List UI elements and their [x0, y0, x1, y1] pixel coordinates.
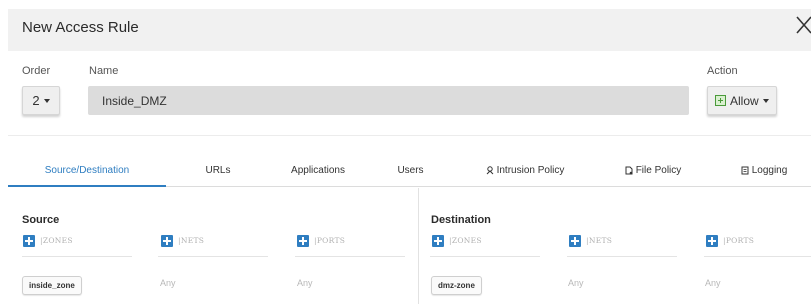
add-destination-zones-button[interactable]	[432, 235, 444, 247]
add-destination-nets-button[interactable]	[569, 235, 581, 247]
chevron-down-icon	[43, 98, 50, 103]
source-nets-header: |NETS	[178, 236, 205, 245]
add-source-ports-button[interactable]	[297, 235, 309, 247]
action-value: Allow	[730, 93, 759, 108]
order-value: 2	[32, 93, 40, 108]
close-icon[interactable]	[795, 14, 811, 36]
add-destination-ports-button[interactable]	[706, 235, 718, 247]
destination-ports-header: |PORTS	[723, 236, 755, 245]
section-divider	[418, 188, 419, 304]
source-zones-header: |ZONES	[40, 236, 73, 245]
name-label: Name	[89, 65, 119, 77]
source-ports-value: Any	[297, 278, 313, 288]
destination-title: Destination	[431, 214, 491, 226]
tab-file-policy[interactable]: File Policy	[613, 155, 693, 186]
dialog-header: New Access Rule	[8, 9, 811, 51]
tab-intrusion-policy[interactable]: Intrusion Policy	[470, 155, 580, 186]
divider	[430, 256, 540, 257]
logging-icon	[741, 166, 749, 175]
source-zone-chip[interactable]: inside_zone	[22, 276, 82, 295]
destination-nets-header: |NETS	[586, 236, 613, 245]
divider	[8, 135, 811, 136]
destination-zones-header: |ZONES	[449, 236, 482, 245]
source-nets-value: Any	[160, 278, 176, 288]
destination-zone-chip[interactable]: dmz-zone	[431, 276, 482, 295]
divider	[567, 256, 677, 257]
chevron-down-icon	[762, 98, 769, 103]
divider	[158, 256, 268, 257]
name-input[interactable]	[88, 86, 689, 115]
dialog-title: New Access Rule	[22, 19, 139, 36]
tab-source-destination[interactable]: Source/Destination	[8, 155, 166, 187]
destination-nets-value: Any	[568, 278, 584, 288]
action-dropdown[interactable]: Allow	[707, 86, 777, 115]
destination-ports-value: Any	[705, 278, 721, 288]
add-source-nets-button[interactable]	[161, 235, 173, 247]
order-label: Order	[22, 65, 51, 77]
file-policy-icon	[625, 166, 633, 175]
tab-urls[interactable]: URLs	[188, 155, 248, 186]
tab-users[interactable]: Users	[388, 155, 433, 186]
source-title: Source	[22, 214, 60, 226]
divider	[295, 256, 405, 257]
tab-logging[interactable]: Logging	[728, 155, 800, 186]
divider	[704, 256, 811, 257]
action-label: Action	[707, 65, 738, 77]
intrusion-policy-icon	[486, 166, 493, 175]
order-dropdown[interactable]: 2	[22, 86, 60, 115]
source-ports-header: |PORTS	[314, 236, 346, 245]
add-source-zones-button[interactable]	[23, 235, 35, 247]
divider	[22, 256, 132, 257]
tab-bar: Source/Destination URLs Applications Use…	[8, 155, 811, 187]
allow-icon	[715, 95, 726, 106]
tab-applications[interactable]: Applications	[278, 155, 358, 186]
